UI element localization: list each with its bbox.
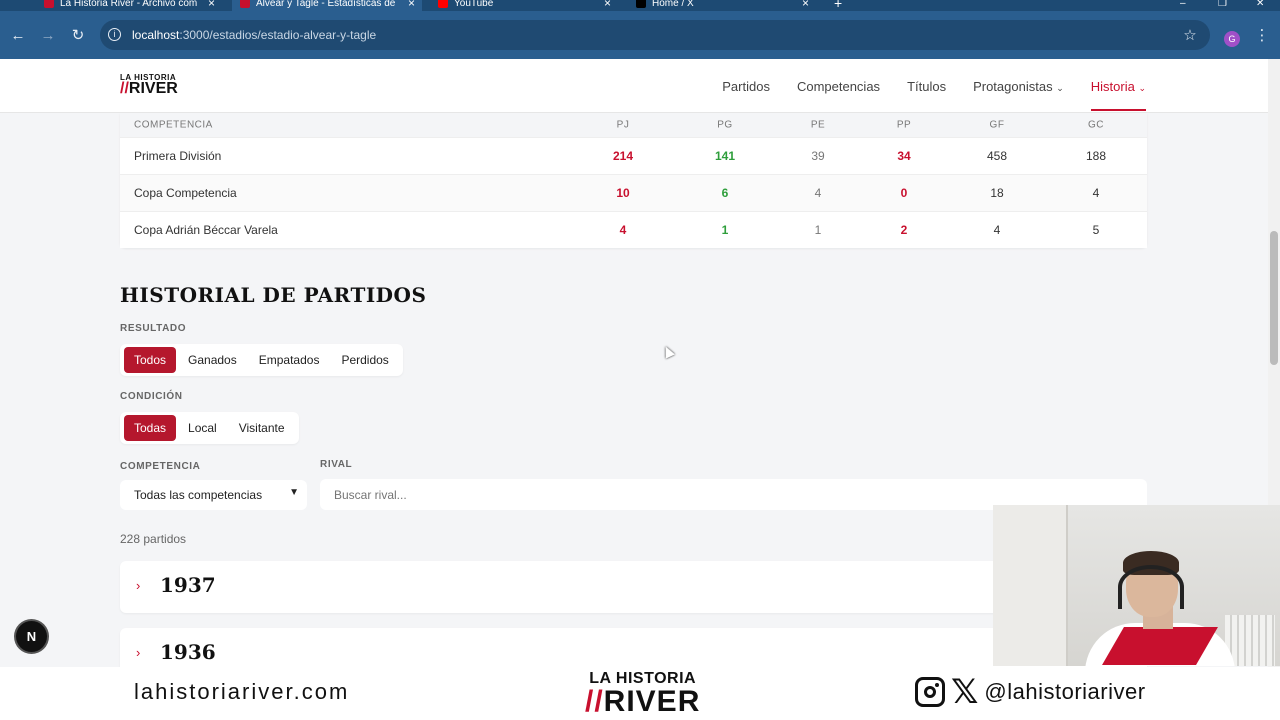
table-row: Copa Competencia 10 6 4 0 18 4 [120, 174, 1147, 211]
headset-icon [1118, 565, 1184, 609]
instagram-icon [915, 677, 945, 707]
filter-todas[interactable]: Todas [124, 415, 177, 441]
tab-alvear-y-tagle[interactable]: Alvear y Tagle - Estadísticas de × [232, 0, 422, 11]
new-tab-button[interactable]: + [834, 0, 848, 11]
footer-banner: lahistoriariver.com LA HISTORIA //RIVER … [0, 667, 1280, 720]
social-handles: 𝕏 @lahistoriariver [915, 673, 1146, 711]
header-pe: PE [810, 119, 826, 131]
tab-home-x[interactable]: Home / X × [636, 0, 816, 11]
filter-empatados[interactable]: Empatados [249, 347, 330, 373]
competencia-label: COMPETENCIA [120, 461, 201, 472]
resultado-filter: Todos Ganados Empatados Perdidos [120, 344, 403, 376]
close-icon[interactable]: × [208, 0, 215, 10]
footer-logo: LA HISTORIA //RIVER [585, 670, 701, 718]
address-bar[interactable]: i localhost:3000/estadios/estadio-alvear… [100, 20, 1210, 50]
chevron-down-icon: ▼ [289, 487, 299, 498]
url-text: localhost:3000/estadios/estadio-alvear-y… [132, 28, 377, 42]
header-pg: PG [717, 119, 733, 131]
chevron-right-icon: › [136, 645, 141, 660]
site-header: LA HISTORIA //RIVER Partidos Competencia… [0, 59, 1268, 113]
red-flag-icon [44, 0, 54, 8]
nav-titulos[interactable]: Títulos [907, 79, 946, 111]
close-icon[interactable]: × [408, 0, 415, 10]
condicion-label: CONDICIÓN [120, 391, 183, 402]
filter-perdidos[interactable]: Perdidos [331, 347, 398, 373]
back-icon[interactable]: ← [6, 23, 30, 47]
profile-avatar[interactable]: G [1224, 31, 1240, 47]
bookmark-star-icon[interactable]: ☆ [1178, 23, 1202, 47]
site-info-icon[interactable]: i [108, 28, 121, 41]
close-window-icon[interactable]: ✕ [1256, 0, 1270, 11]
close-icon[interactable]: × [802, 0, 809, 10]
rival-label: RIVAL [320, 459, 353, 470]
competition-stats-table: COMPETENCIA PJ PG PE PP GF GC Primera Di… [120, 113, 1147, 248]
website-text: lahistoriariver.com [134, 679, 350, 704]
table-header: COMPETENCIA PJ PG PE PP GF GC [120, 113, 1147, 137]
competencia-select[interactable]: Todas las competencias ▼ [120, 480, 307, 510]
x-icon [636, 0, 646, 8]
chevron-right-icon: › [136, 578, 141, 593]
youtube-icon [438, 0, 448, 8]
scrollbar-thumb[interactable] [1270, 231, 1278, 365]
header-pp: PP [896, 119, 912, 131]
mouse-cursor-icon [661, 344, 675, 359]
webcam-overlay [993, 505, 1280, 666]
forward-icon[interactable]: → [36, 23, 60, 47]
site-logo[interactable]: LA HISTORIA //RIVER [120, 73, 178, 97]
main-nav: Partidos Competencias Títulos Protagonis… [722, 79, 1146, 111]
header-pj: PJ [616, 119, 630, 131]
filter-ganados[interactable]: Ganados [178, 347, 247, 373]
tab-historia-river[interactable]: La Historia River - Archivo com × [44, 0, 224, 11]
restore-icon[interactable]: ❐ [1218, 0, 1232, 11]
header-gf: GF [989, 119, 1005, 131]
match-count: 228 partidos [120, 532, 187, 546]
header-gc: GC [1088, 119, 1104, 131]
filter-todos[interactable]: Todos [124, 347, 177, 373]
minimize-icon[interactable]: – [1180, 0, 1194, 11]
nav-historia[interactable]: Historia ⌄ [1090, 79, 1146, 111]
nav-protagonistas[interactable]: Protagonistas ⌄ [973, 79, 1064, 111]
historial-title: HISTORIAL DE PARTIDOS [120, 283, 427, 307]
chevron-down-icon: ⌄ [1138, 83, 1146, 93]
browser-tab-bar: La Historia River - Archivo com × Alvear… [0, 0, 1280, 11]
table-body: Primera División 214 141 39 34 458 188 C… [120, 137, 1147, 248]
nav-partidos[interactable]: Partidos [722, 79, 770, 111]
menu-kebab-icon[interactable]: ⋮ [1250, 23, 1274, 47]
table-row: Primera División 214 141 39 34 458 188 [120, 137, 1147, 174]
x-logo-icon: 𝕏 [951, 673, 979, 711]
red-flag-icon [240, 0, 250, 8]
filter-visitante[interactable]: Visitante [229, 415, 295, 441]
chevron-down-icon: ⌄ [1056, 83, 1064, 93]
reload-icon[interactable]: ↻ [66, 23, 90, 47]
condicion-filter: Todas Local Visitante [120, 412, 299, 444]
header-competencia: COMPETENCIA [134, 119, 213, 131]
resultado-label: RESULTADO [120, 323, 187, 334]
table-row: Copa Adrián Béccar Varela 4 1 1 2 4 5 [120, 211, 1147, 248]
social-handle: @lahistoriariver [984, 679, 1146, 704]
tab-youtube[interactable]: YouTube × [438, 0, 618, 11]
browser-toolbar: ← → ↻ i localhost:3000/estadios/estadio-… [0, 11, 1280, 59]
close-icon[interactable]: × [604, 0, 611, 10]
filter-local[interactable]: Local [178, 415, 227, 441]
nav-competencias[interactable]: Competencias [797, 79, 880, 111]
nextjs-dev-indicator[interactable]: N [16, 621, 47, 652]
